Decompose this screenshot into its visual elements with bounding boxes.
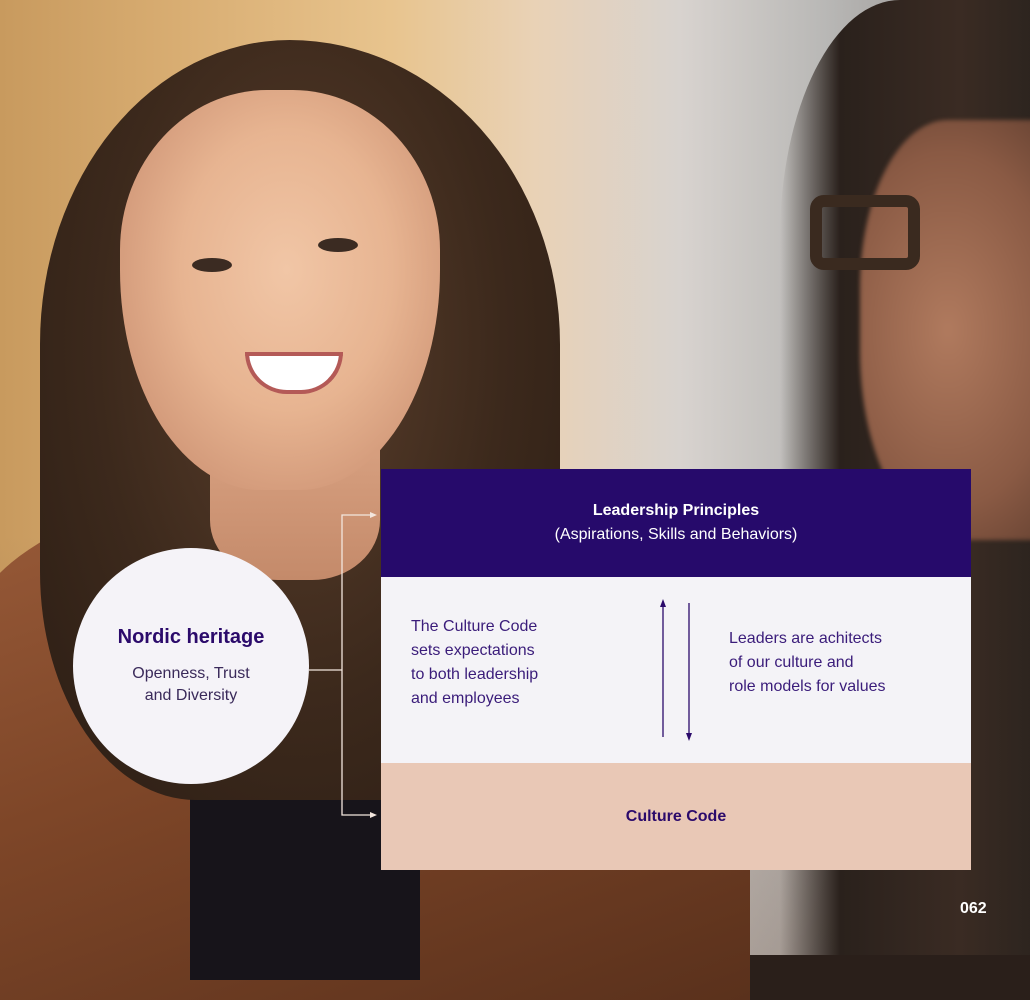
down-arrow-head (686, 733, 692, 741)
text-line: and employees (411, 690, 520, 707)
text-line: sets expectations (411, 642, 535, 659)
up-arrow-head (660, 599, 666, 607)
page-number: 062 (960, 900, 987, 917)
culture-code-label: Culture Code (625, 807, 727, 825)
text-line: to both leadership (411, 666, 539, 683)
connector-bracket (309, 512, 377, 818)
woman-face (120, 90, 440, 490)
nordic-heritage-circle: Nordic heritage Openness, Trust and Dive… (73, 548, 309, 784)
nordic-heritage-subtitle: Openness, Trust and Diversity (132, 663, 249, 707)
connector-line (341, 514, 371, 816)
text-line: Leaders are achitects (729, 630, 882, 647)
background-person-glasses (810, 195, 920, 270)
leadership-principles-subtitle: (Aspirations, Skills and Behaviors) (554, 526, 798, 543)
text-line: role models for values (729, 678, 886, 695)
text-line: of our culture and (729, 654, 854, 671)
leadership-principles-panel: Leadership Principles (Aspirations, Skil… (381, 469, 971, 577)
woman-eye-right (318, 238, 358, 252)
nordic-heritage-subtitle-line: and Diversity (144, 686, 238, 704)
arrow-head-bottom (370, 812, 377, 818)
leaders-architects-text: Leaders are achitects of our culture and… (729, 627, 949, 699)
culture-code-expectations-text: The Culture Code sets expectations to bo… (411, 615, 611, 711)
woman-eye-left (192, 258, 232, 272)
bidirectional-arrows (660, 599, 692, 741)
text-line: The Culture Code (411, 618, 538, 635)
relationship-panel: The Culture Code sets expectations to bo… (381, 577, 971, 763)
arrow-head-top (370, 512, 377, 518)
leadership-principles-title: Leadership Principles (592, 502, 760, 519)
nordic-heritage-title: Nordic heritage (117, 625, 265, 648)
culture-code-panel: Culture Code (381, 763, 971, 870)
nordic-heritage-subtitle-line: Openness, Trust (132, 664, 250, 682)
